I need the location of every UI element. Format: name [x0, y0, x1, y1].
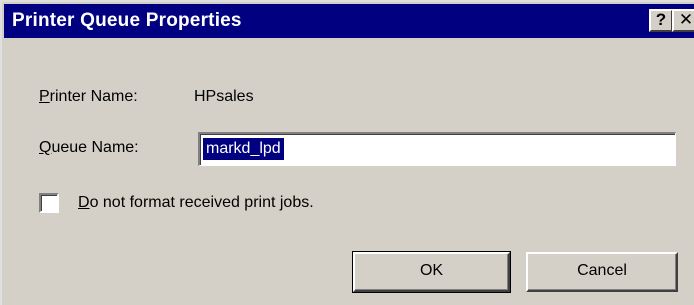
printer-name-label: Printer Name:: [39, 88, 138, 106]
window-title: Printer Queue Properties: [12, 10, 242, 31]
no-format-checkbox-label[interactable]: Do not format received print jobs.: [78, 194, 314, 212]
printer-name-label-text: rinter Name:: [49, 88, 138, 105]
ok-button[interactable]: OK: [352, 251, 511, 293]
help-icon: ?: [655, 10, 667, 29]
close-button[interactable]: ✕: [672, 9, 694, 32]
title-bar[interactable]: Printer Queue Properties ? ✕: [4, 4, 694, 38]
help-button[interactable]: ?: [649, 9, 673, 32]
close-icon: ✕: [678, 10, 694, 29]
no-format-mnemonic: D: [78, 194, 90, 211]
queue-name-input-value: markd_lpd: [203, 138, 284, 160]
printer-name-mnemonic: P: [39, 88, 50, 105]
cancel-button[interactable]: Cancel: [526, 252, 678, 292]
queue-name-label: Queue Name:: [39, 139, 139, 157]
printer-name-value: HPsales: [194, 88, 254, 105]
no-format-checkbox[interactable]: [39, 193, 59, 213]
queue-name-mnemonic: Q: [39, 139, 52, 156]
queue-name-label-text: ueue Name:: [51, 139, 139, 156]
dialog-window: Printer Queue Properties ? ✕ Printer Nam…: [0, 0, 694, 305]
queue-name-input[interactable]: markd_lpd: [198, 132, 676, 166]
no-format-label-text: o not format received print jobs.: [89, 194, 314, 211]
